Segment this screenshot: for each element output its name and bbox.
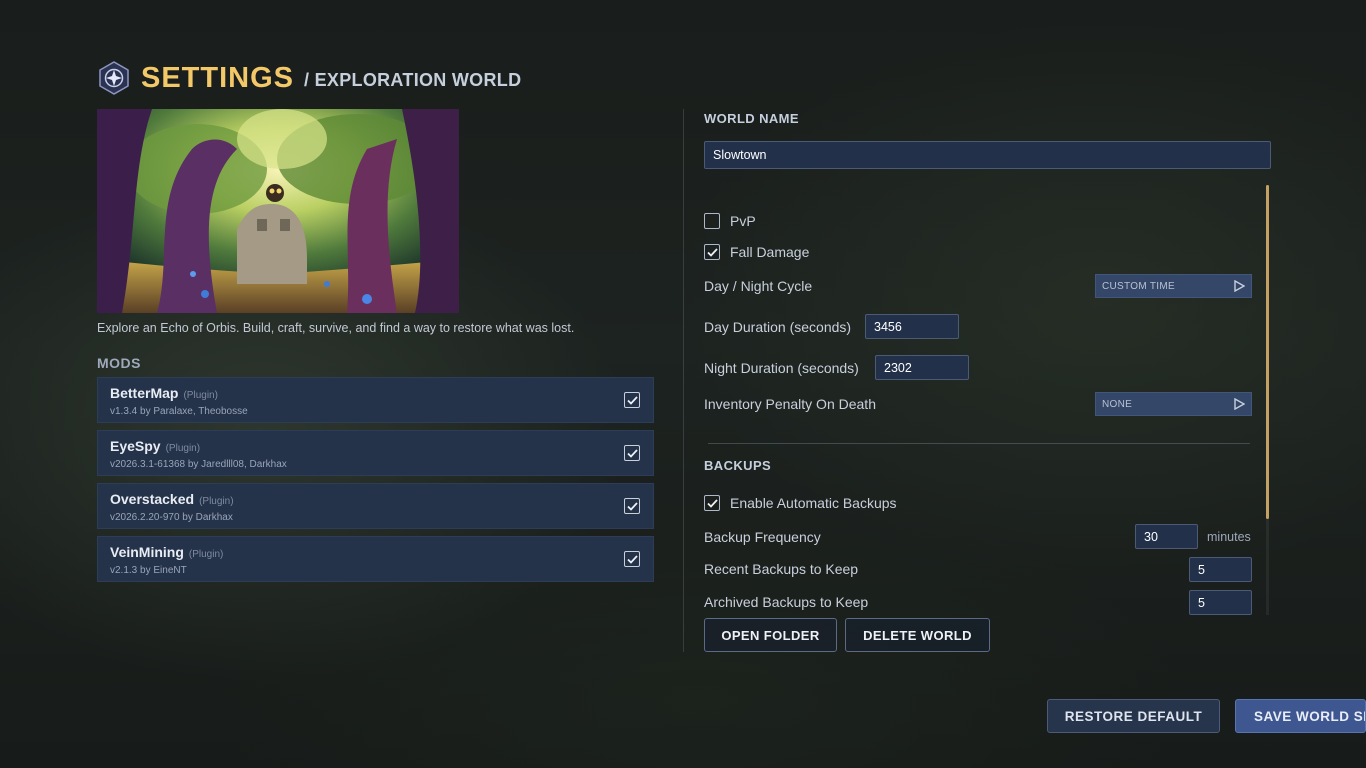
restore-default-button[interactable]: RESTORE DEFAULT (1047, 699, 1220, 733)
mod-meta: v2026.2.20-970 by Darkhax (110, 512, 233, 523)
mod-enabled-checkbox[interactable] (624, 551, 640, 567)
day-duration-input[interactable] (865, 314, 959, 339)
mod-meta: v2026.3.1-61368 by Jaredlll08, Darkhax (110, 459, 287, 470)
day-night-cycle-value: CUSTOM TIME (1102, 280, 1175, 292)
day-duration-label: Day Duration (seconds) (704, 319, 852, 335)
inventory-penalty-label: Inventory Penalty On Death (704, 396, 876, 412)
enable-backups-option[interactable]: Enable Automatic Backups (704, 495, 897, 511)
backup-frequency-input[interactable] (1135, 524, 1198, 549)
checkmark-icon (626, 501, 638, 511)
mod-enabled-checkbox[interactable] (624, 445, 640, 461)
mod-enabled-checkbox[interactable] (624, 392, 640, 408)
recent-backups-input[interactable] (1189, 557, 1252, 582)
mod-item-veinmining[interactable]: VeinMining (Plugin) v2.1.3 by EineNT (97, 536, 654, 582)
fall-damage-checkbox[interactable] (704, 244, 720, 260)
open-folder-button[interactable]: OPEN FOLDER (704, 618, 837, 652)
checkmark-icon (626, 448, 638, 458)
page-title: SETTINGS (141, 61, 295, 94)
fall-damage-option[interactable]: Fall Damage (704, 244, 809, 260)
pvp-label: PvP (730, 213, 756, 229)
mod-type: (Plugin) (199, 496, 234, 507)
play-arrow-icon (1234, 398, 1245, 410)
checkmark-icon (706, 247, 718, 257)
header: SETTINGS / EXPLORATION WORLD (97, 60, 521, 96)
backup-frequency-label: Backup Frequency (704, 529, 821, 545)
section-divider (708, 443, 1250, 444)
world-name-label: WORLD NAME (704, 111, 799, 126)
mod-type: (Plugin) (165, 443, 201, 454)
pvp-option[interactable]: PvP (704, 213, 756, 229)
mod-meta: v1.3.4 by Paralaxe, Theobosse (110, 406, 248, 417)
mod-item-bettermap[interactable]: BetterMap (Plugin) v1.3.4 by Paralaxe, Th… (97, 377, 654, 423)
night-duration-input[interactable] (875, 355, 969, 380)
checkmark-icon (626, 395, 638, 405)
inventory-penalty-dropdown[interactable]: NONE (1095, 392, 1252, 416)
checkmark-icon (706, 498, 718, 508)
save-world-settings-button[interactable]: SAVE WORLD SE (1235, 699, 1366, 733)
checkmark-icon (626, 554, 638, 564)
archived-backups-input[interactable] (1189, 590, 1252, 615)
compass-star-icon (99, 61, 129, 95)
breadcrumb-world: / EXPLORATION WORLD (304, 69, 522, 90)
mod-name: VeinMining (110, 544, 184, 560)
enable-backups-label: Enable Automatic Backups (730, 495, 897, 511)
mod-name: EyeSpy (110, 438, 161, 454)
enable-backups-checkbox[interactable] (704, 495, 720, 511)
archived-backups-label: Archived Backups to Keep (704, 594, 869, 610)
mod-item-overstacked[interactable]: Overstacked (Plugin) v2026.2.20-970 by Da… (97, 483, 654, 529)
night-duration-label: Night Duration (seconds) (704, 360, 859, 376)
play-arrow-icon (1234, 280, 1245, 292)
mod-meta: v2.1.3 by EineNT (110, 565, 187, 576)
mod-type: (Plugin) (183, 390, 218, 401)
backup-frequency-unit: minutes (1207, 530, 1251, 544)
mods-list: BetterMap (Plugin) v1.3.4 by Paralaxe, Th… (97, 377, 654, 589)
day-night-cycle-label: Day / Night Cycle (704, 278, 813, 294)
world-description: Explore an Echo of Orbis. Build, craft, … (97, 321, 575, 335)
mod-type: (Plugin) (188, 549, 224, 560)
mod-name: BetterMap (110, 385, 179, 401)
inventory-penalty-value: NONE (1102, 398, 1133, 410)
mod-enabled-checkbox[interactable] (624, 498, 640, 514)
mods-heading: MODS (97, 355, 141, 371)
settings-scrollbar-thumb[interactable] (1266, 185, 1269, 519)
fall-damage-label: Fall Damage (730, 244, 810, 260)
world-name-input[interactable] (704, 141, 1271, 169)
world-preview-image (97, 109, 459, 313)
day-night-cycle-dropdown[interactable]: CUSTOM TIME (1095, 274, 1252, 298)
pvp-checkbox[interactable] (704, 213, 720, 229)
column-divider (683, 109, 684, 652)
delete-world-button[interactable]: DELETE WORLD (845, 618, 990, 652)
mod-name: Overstacked (110, 491, 195, 507)
mod-item-eyespy[interactable]: EyeSpy (Plugin) v2026.3.1-61368 by Jaredl… (97, 430, 654, 476)
recent-backups-label: Recent Backups to Keep (704, 561, 859, 577)
backups-heading: BACKUPS (704, 458, 772, 473)
